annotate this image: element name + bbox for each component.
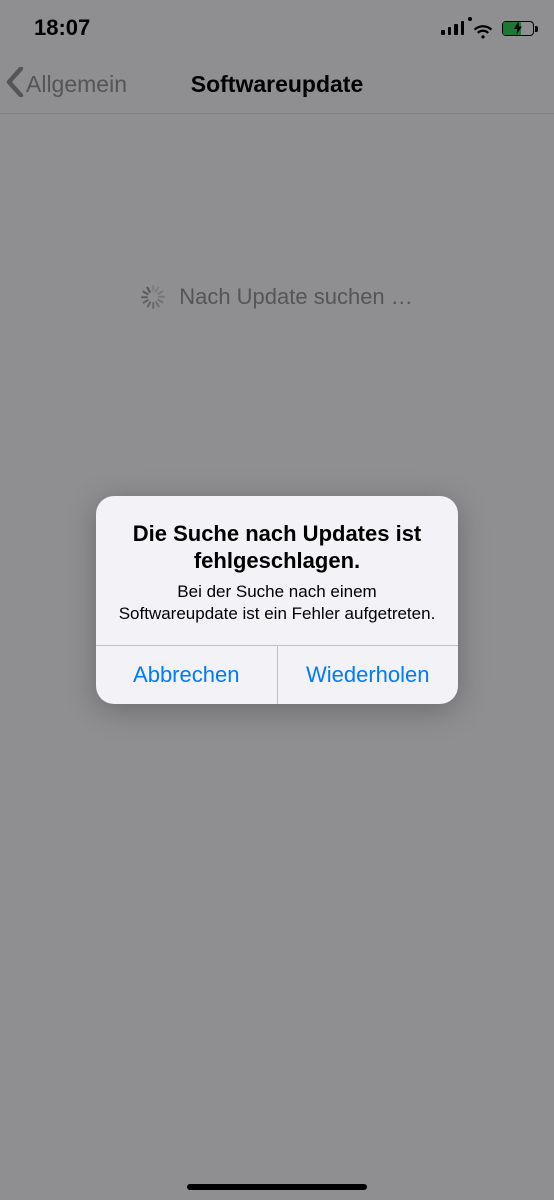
modal-overlay: Die Suche nach Updates ist fehlgeschlage…	[0, 0, 554, 1200]
alert-title: Die Suche nach Updates ist fehlgeschlage…	[116, 520, 438, 575]
home-indicator[interactable]	[187, 1184, 367, 1190]
retry-button[interactable]: Wiederholen	[277, 646, 459, 704]
cancel-button[interactable]: Abbrechen	[96, 646, 277, 704]
alert-dialog: Die Suche nach Updates ist fehlgeschlage…	[96, 496, 458, 704]
alert-message: Bei der Suche nach einem Softwareupdate …	[116, 581, 438, 625]
